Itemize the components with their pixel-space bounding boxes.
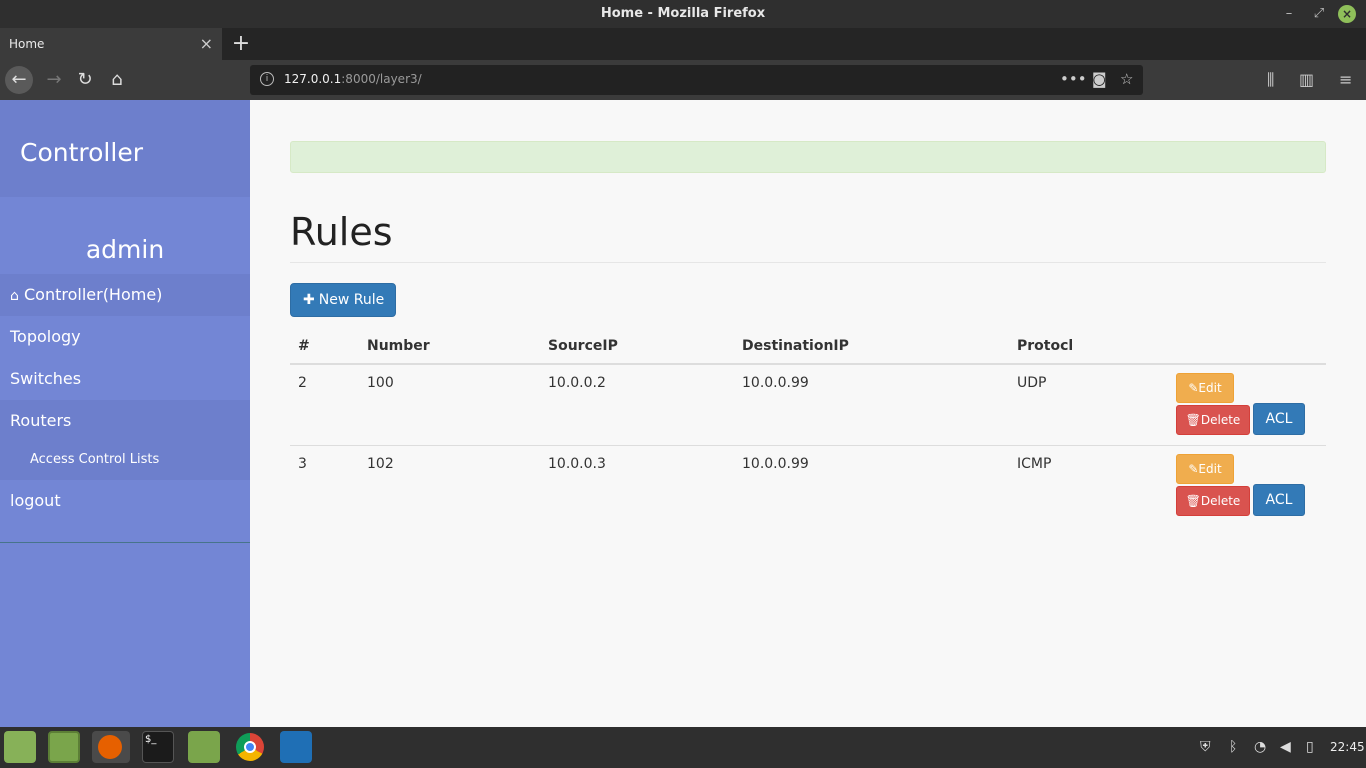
- site-info-icon[interactable]: i: [260, 72, 274, 86]
- pencil-icon: ✎: [1188, 381, 1199, 395]
- cell-number: 102: [367, 455, 394, 472]
- new-rule-button[interactable]: ✚ New Rule: [290, 283, 396, 317]
- close-window-button[interactable]: ×: [1338, 5, 1356, 23]
- page-actions-icon[interactable]: •••: [1060, 70, 1087, 88]
- sidebar-item-routers[interactable]: Routers: [0, 400, 250, 442]
- table-row: 3 102 10.0.0.3 10.0.0.99 ICMP ✎Edit 🗑Del…: [290, 445, 1326, 526]
- web-page: Controller admin ⌂ Controller(Home) Topo…: [0, 100, 1366, 727]
- plus-icon: ✚: [303, 292, 315, 308]
- mint-menu-icon[interactable]: [4, 731, 36, 763]
- cell-id: 3: [298, 455, 307, 472]
- bookmark-star-icon[interactable]: ☆: [1120, 70, 1133, 88]
- edit-button[interactable]: ✎Edit: [1176, 373, 1234, 403]
- page-title: Rules: [290, 210, 393, 254]
- shield-icon[interactable]: ⛨: [1200, 739, 1211, 755]
- column-header: SourceIP: [540, 328, 734, 365]
- table-row: 2 100 10.0.0.2 10.0.0.99 UDP ✎Edit 🗑Dele…: [290, 364, 1326, 446]
- taskbar: $_ ⛨ ᛒ ◔ ◀ ▯ 22:45: [0, 727, 1366, 768]
- vscode-icon[interactable]: [280, 731, 312, 763]
- library-icon[interactable]: ⫼: [1267, 70, 1274, 90]
- firefox-icon[interactable]: [92, 731, 130, 763]
- window-titlebar: Home - Mozilla Firefox – ⤢ ×: [0, 0, 1366, 28]
- cell-id: 2: [290, 364, 359, 446]
- edit-button[interactable]: ✎Edit: [1176, 453, 1234, 484]
- delete-label: Delete: [1200, 493, 1241, 508]
- tab-title: Home: [9, 37, 45, 51]
- table-header-row: # Number SourceIP DestinationIP Protocl: [290, 328, 1326, 365]
- row-actions: ✎Edit 🗑Delete ACL: [1176, 453, 1316, 524]
- sidebar-item-logout[interactable]: logout: [0, 480, 250, 522]
- cell-source-ip: 10.0.0.2: [540, 364, 734, 446]
- column-header: Protocl: [1009, 328, 1176, 365]
- forward-icon[interactable]: →: [40, 66, 68, 94]
- edit-label: Edit: [1198, 381, 1222, 395]
- trash-icon: 🗑: [1185, 413, 1201, 427]
- title-divider: [290, 262, 1326, 263]
- column-header: #: [290, 328, 359, 365]
- window-title: Home - Mozilla Firefox: [600, 6, 766, 21]
- new-rule-label: New Rule: [318, 292, 385, 308]
- bluetooth-icon[interactable]: ᛒ: [1229, 739, 1237, 755]
- sidebar-item-controller-home[interactable]: ⌂ Controller(Home): [0, 274, 250, 316]
- home-icon: ⌂: [10, 288, 19, 304]
- url-host: 127.0.0.1: [284, 72, 342, 86]
- delete-button[interactable]: 🗑Delete: [1176, 405, 1250, 435]
- sidebar-divider: [0, 542, 250, 543]
- url-path: :8000/layer3/: [341, 72, 422, 86]
- cell-number: 100: [359, 364, 540, 446]
- cell-destination-ip: 10.0.0.99: [734, 364, 1009, 446]
- delete-button[interactable]: 🗑Delete: [1176, 485, 1250, 516]
- sidebar-username: admin: [85, 235, 165, 264]
- sidebar-item-switches[interactable]: Switches: [0, 358, 250, 400]
- cell-actions: ✎Edit 🗑Delete ACL: [1176, 445, 1326, 526]
- acl-button[interactable]: ACL: [1253, 403, 1305, 435]
- edit-label: Edit: [1198, 461, 1222, 476]
- cell-protocol: UDP: [1009, 364, 1176, 446]
- acl-button[interactable]: ACL: [1253, 483, 1305, 516]
- chrome-icon[interactable]: [234, 731, 266, 763]
- pencil-icon: ✎: [1188, 461, 1199, 476]
- cell-actions: ✎Edit 🗑Delete ACL: [1176, 364, 1326, 446]
- new-tab-button[interactable]: +: [230, 31, 252, 56]
- terminal-icon[interactable]: $_: [142, 731, 174, 763]
- url-text[interactable]: 127.0.0.1:8000/layer3/: [284, 72, 422, 86]
- volume-icon[interactable]: ◀: [1280, 739, 1291, 755]
- trash-icon: 🗑: [1185, 493, 1201, 508]
- home-icon[interactable]: ⌂: [103, 66, 131, 94]
- sidebar-icon[interactable]: ▥: [1299, 70, 1314, 89]
- battery-icon[interactable]: ▯: [1306, 739, 1314, 755]
- minimize-button[interactable]: –: [1279, 4, 1299, 24]
- pocket-icon[interactable]: ◙: [1092, 70, 1107, 88]
- main-content: Rules ✚ New Rule # Number SourceIP Destin…: [250, 100, 1366, 727]
- cell-protocol: ICMP: [1017, 455, 1052, 472]
- navigation-toolbar: ← → ↻ ⌂ i 127.0.0.1:8000/layer3/ ••• ◙ ☆…: [0, 60, 1366, 100]
- column-header: Number: [359, 328, 540, 365]
- sidebar-header: Controller: [0, 100, 250, 197]
- cell-destination-ip: 10.0.0.99: [742, 455, 809, 472]
- sidebar: Controller admin ⌂ Controller(Home) Topo…: [0, 100, 250, 727]
- sidebar-brand: Controller: [20, 138, 143, 167]
- success-alert: [290, 141, 1326, 173]
- tab-strip: Home × +: [0, 28, 1366, 60]
- column-header: [1176, 328, 1326, 365]
- rules-table: # Number SourceIP DestinationIP Protocl …: [290, 328, 1326, 526]
- back-icon[interactable]: ←: [5, 66, 33, 94]
- sidebar-item-label: Controller(Home): [23, 285, 163, 304]
- clock[interactable]: 22:45: [1330, 740, 1365, 754]
- sidebar-subitem-access-control-lists[interactable]: Access Control Lists: [0, 442, 250, 480]
- wifi-icon[interactable]: ◔: [1254, 739, 1266, 755]
- cell-source-ip: 10.0.0.3: [548, 455, 606, 472]
- files-icon[interactable]: [188, 731, 220, 763]
- column-header: DestinationIP: [734, 328, 1009, 365]
- tab-close-icon[interactable]: ×: [200, 34, 213, 53]
- row-actions: ✎Edit 🗑Delete ACL: [1176, 373, 1316, 443]
- reload-icon[interactable]: ↻: [71, 66, 99, 94]
- tab-home[interactable]: Home ×: [0, 28, 222, 60]
- address-bar[interactable]: i 127.0.0.1:8000/layer3/ ••• ◙ ☆: [250, 65, 1143, 95]
- sidebar-item-topology[interactable]: Topology: [0, 316, 250, 358]
- maximize-button[interactable]: ⤢: [1309, 4, 1329, 24]
- show-desktop-icon[interactable]: [48, 731, 80, 763]
- delete-label: Delete: [1200, 413, 1241, 427]
- menu-icon[interactable]: ≡: [1339, 70, 1352, 89]
